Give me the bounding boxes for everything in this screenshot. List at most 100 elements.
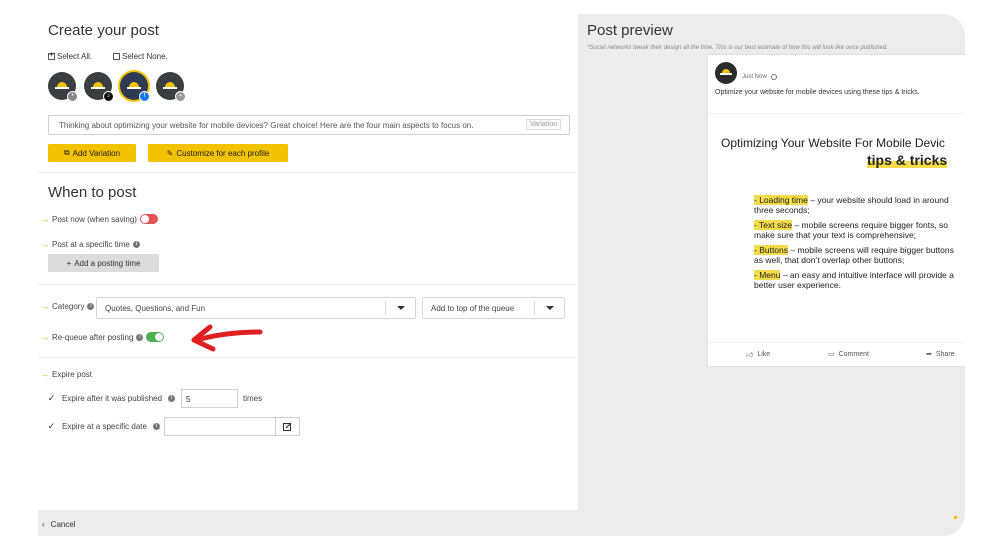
tip-highlight: - Buttons — [754, 245, 789, 255]
tip-text: – an easy and intuitive interface will p… — [754, 270, 954, 290]
add-posting-time-button[interactable]: + Add a posting time — [48, 254, 159, 272]
add-variation-button[interactable]: ⧉ Add Variation — [48, 144, 136, 162]
plus-icon: + — [66, 258, 72, 268]
tips-list: - Loading time – your website should loa… — [754, 195, 954, 296]
requeue-label: Re-queue after posting — [52, 332, 134, 342]
list-item: - Loading time – your website should loa… — [754, 195, 954, 215]
brand-logo-icon — [55, 81, 69, 91]
post-caption: Optimize your website for mobile devices… — [715, 89, 920, 96]
requeue-toggle[interactable] — [146, 332, 165, 342]
select-none[interactable]: Select None. — [113, 52, 168, 61]
thumbs-up-icon: 👍︎ — [746, 352, 754, 359]
list-item: - Text size – mobile screens require big… — [754, 220, 954, 240]
brand-logo-icon — [127, 81, 141, 91]
times-label: times — [243, 394, 263, 403]
link-badge-icon: • — [67, 91, 78, 102]
expire-times-input[interactable]: 5 — [181, 389, 238, 408]
info-icon[interactable]: i — [87, 303, 95, 310]
preview-panel: Post preview *Social networks tweak thei… — [578, 14, 965, 510]
post-preview-card: Just Now Optimize your website for mobil… — [708, 55, 965, 366]
post-specific-row: → Post at a specific time i — [41, 240, 140, 249]
image-subheading: tips & tricks — [867, 152, 948, 168]
list-item: - Menu – an easy and intuitive interface… — [754, 270, 954, 290]
expire-after-checkbox[interactable]: ✓ — [47, 394, 56, 403]
chevron-down-icon[interactable] — [385, 301, 415, 315]
share-button[interactable]: ➦ Share — [926, 350, 955, 359]
annotation-arrow-icon — [191, 324, 263, 352]
preview-disclaimer: *Social networks tweak their design all … — [587, 45, 888, 51]
post-time-label: Just Now — [742, 74, 767, 80]
tiktok-badge-icon: ♪ — [103, 91, 114, 102]
category-row: → Category i — [41, 302, 95, 311]
brand-logo-icon — [720, 69, 732, 77]
expire-date-row: ✓ Expire at a specific date i — [47, 422, 160, 431]
when-title: When to post — [48, 184, 137, 201]
select-none-label: Select None. — [122, 52, 168, 61]
info-icon[interactable]: i — [132, 241, 140, 248]
queue-position-select[interactable]: Add to top of the queue — [422, 297, 565, 319]
post-actions: 👍︎ Like ▭ Comment ➦ Share — [708, 343, 965, 366]
chevron-left-icon: ‹ — [42, 520, 45, 529]
category-select[interactable]: Quotes, Questions, and Fun — [96, 297, 416, 319]
select-none-checkbox[interactable] — [113, 53, 120, 60]
divider — [38, 357, 578, 358]
add-posting-time-label: Add a posting time — [74, 258, 141, 268]
calendar-edit-button[interactable] — [276, 417, 300, 436]
divider — [38, 172, 578, 173]
select-all[interactable]: Select All. — [48, 51, 93, 61]
expire-date-checkbox[interactable]: ✓ — [47, 422, 56, 431]
post-image: Optimizing Your Website For Mobile Devic… — [708, 113, 965, 343]
globe-icon — [770, 74, 777, 80]
post-text-input[interactable]: Thinking about optimizing your website f… — [48, 115, 570, 135]
arrow-right-icon: → — [41, 332, 49, 342]
queue-position-value: Add to top of the queue — [431, 303, 515, 313]
select-all-label: Select All. — [57, 52, 93, 61]
facebook-badge-icon: f — [139, 91, 150, 102]
category-value: Quotes, Questions, and Fun — [105, 303, 206, 313]
category-label: Category — [52, 302, 85, 311]
arrow-right-icon: → — [41, 370, 49, 379]
post-editor: Create your post Select All. Select None… — [38, 14, 965, 536]
tip-highlight: - Text size — [754, 220, 793, 230]
info-icon[interactable]: i — [152, 423, 160, 430]
post-specific-label: Post at a specific time — [52, 240, 130, 249]
comment-button[interactable]: ▭ Comment — [828, 350, 869, 359]
requeue-row: → Re-queue after posting i — [41, 332, 165, 342]
comment-icon: ▭ — [828, 351, 835, 358]
expire-after-row: ✓ Expire after it was published i — [47, 394, 176, 403]
customize-label: Customize for each profile — [176, 148, 270, 158]
arrow-right-icon: → — [41, 240, 49, 249]
preview-title: Post preview — [587, 22, 673, 39]
select-all-checkbox[interactable] — [48, 51, 55, 60]
like-label: Like — [757, 351, 771, 358]
profile-avatar-4[interactable]: ▪ — [156, 72, 186, 102]
info-icon[interactable]: i — [136, 333, 144, 341]
arrow-right-icon: → — [41, 214, 49, 224]
divider — [38, 284, 578, 285]
comment-label: Comment — [838, 350, 869, 358]
editor-panel: Create your post Select All. Select None… — [38, 14, 578, 510]
image-heading: Optimizing Your Website For Mobile Devic — [721, 136, 945, 150]
cancel-button[interactable]: ‹ Cancel — [42, 520, 76, 529]
chevron-down-icon[interactable] — [534, 301, 564, 315]
post-now-row: → Post now (when saving) — [41, 214, 158, 224]
profile-avatar-3[interactable]: f — [120, 72, 150, 102]
screen: Create your post Select All. Select None… — [0, 0, 1000, 550]
variation-tag[interactable]: Variation — [526, 119, 562, 130]
profile-avatar-1[interactable]: • — [48, 72, 78, 102]
like-button[interactable]: 👍︎ Like — [746, 350, 770, 359]
expire-after-label: Expire after it was published — [62, 394, 163, 403]
tip-highlight: - Menu — [754, 270, 781, 280]
customize-button[interactable]: ✎ Customize for each profile — [148, 144, 288, 162]
list-item: - Buttons – mobile screens will require … — [754, 245, 954, 265]
expire-label: Expire post — [52, 370, 93, 379]
expire-date-input[interactable] — [164, 417, 276, 436]
profile-avatar-2[interactable]: ♪ — [84, 72, 114, 102]
post-now-toggle[interactable] — [139, 214, 158, 224]
edit-icon — [283, 422, 292, 431]
cancel-label: Cancel — [50, 520, 76, 529]
pencil-icon: ✎ — [166, 148, 174, 158]
copy-icon: ⧉ — [63, 148, 70, 157]
info-icon[interactable]: i — [168, 395, 176, 402]
expire-date-label: Expire at a specific date — [62, 422, 147, 431]
